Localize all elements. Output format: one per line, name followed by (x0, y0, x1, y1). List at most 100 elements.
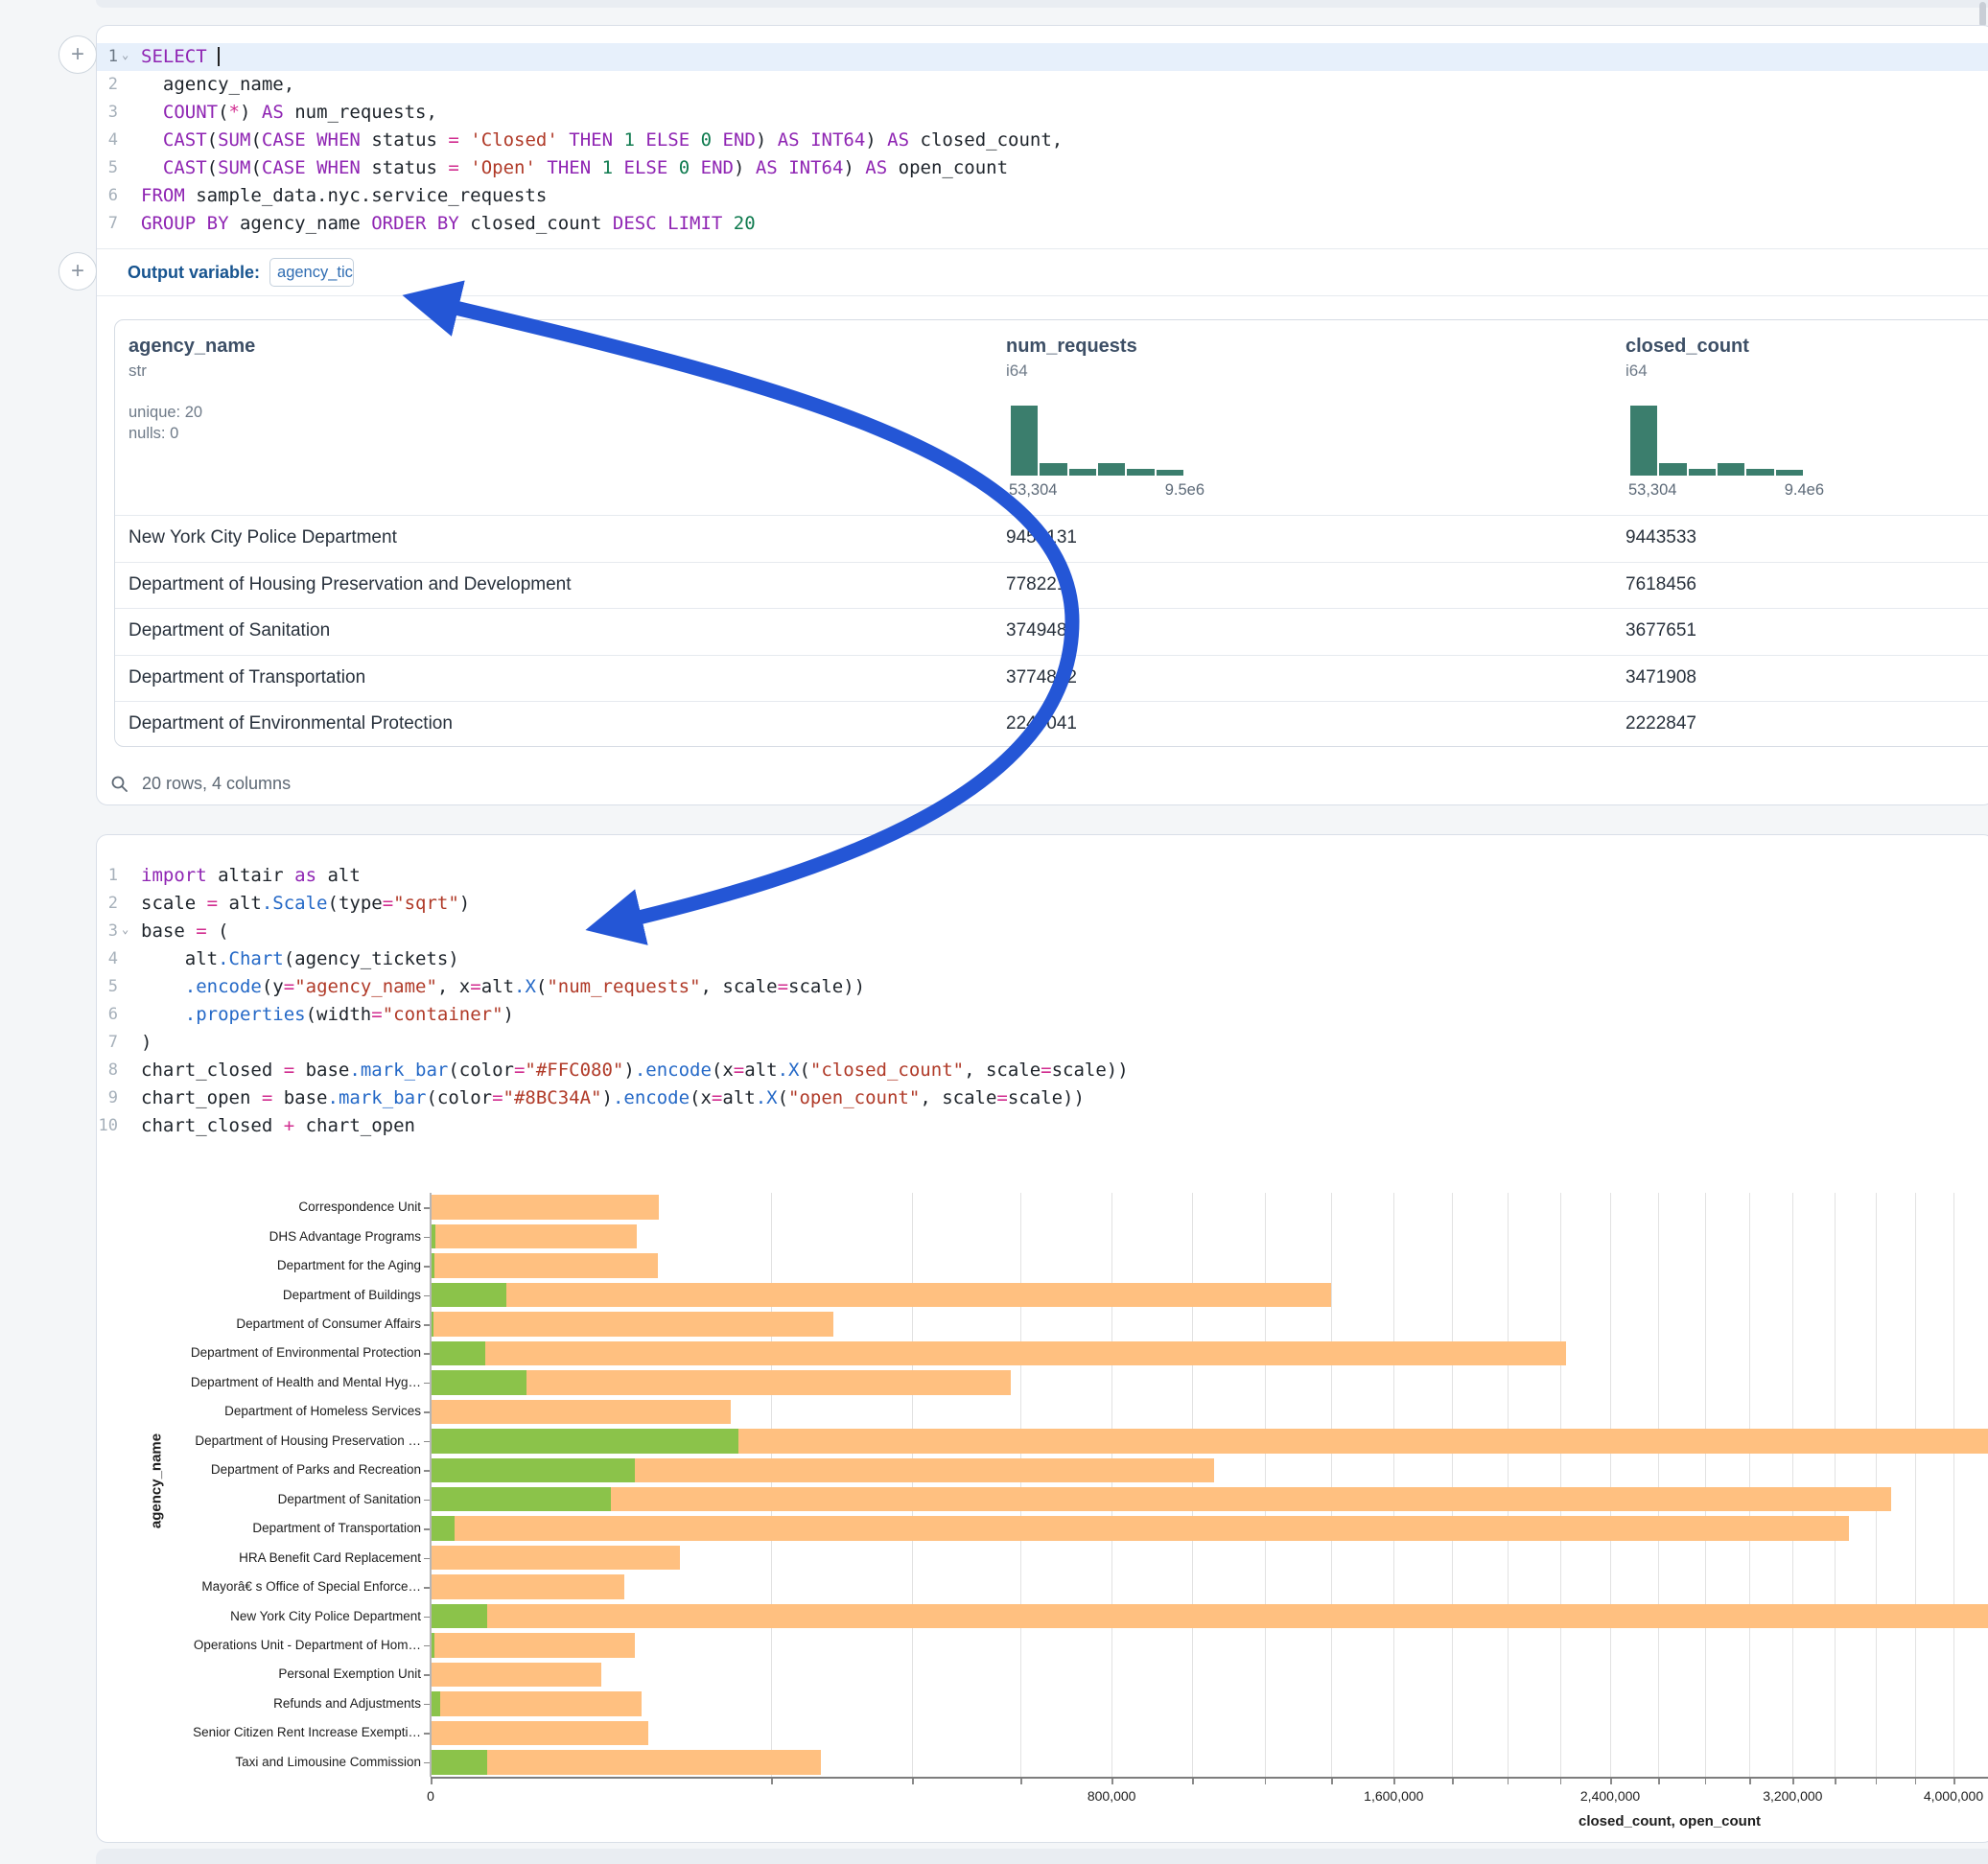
x-axis-tick (771, 1779, 773, 1784)
next-cell-edge (96, 1849, 1988, 1864)
output-variable-row: Output variable: agency_tickets (97, 248, 1988, 296)
code-line[interactable]: 3 COUNT(*) AS num_requests, (97, 99, 1988, 127)
line-number: 1 (97, 43, 118, 71)
histogram-bar (1746, 469, 1773, 476)
table-row[interactable]: Department of Transportation377489234719… (115, 655, 1988, 702)
bar-closed-count (431, 1312, 833, 1337)
y-axis-tick (424, 1645, 430, 1647)
gridline (1020, 1193, 1021, 1777)
output-variable-input[interactable]: agency_tickets (269, 258, 354, 287)
gridline (912, 1193, 913, 1777)
x-axis-tick (1705, 1779, 1707, 1784)
table-cell: 7618456 (1625, 574, 1696, 595)
line-number: 4 (97, 127, 118, 154)
histogram-range: 53,3049.5e6 (1009, 481, 1204, 500)
line-number: 7 (97, 210, 118, 238)
histogram-bar (1659, 463, 1686, 476)
column-type: i64 (1625, 361, 1749, 381)
gridline (1331, 1193, 1332, 1777)
code-line[interactable]: 7GROUP BY agency_name ORDER BY closed_co… (97, 210, 1988, 238)
x-axis-tick-label: 2,400,000 (1553, 1788, 1668, 1804)
table-cell: Department of Transportation (129, 667, 992, 688)
column-name: agency_name (129, 336, 255, 358)
x-axis-tick (431, 1779, 433, 1784)
x-axis-tick-label: 800,000 (1054, 1788, 1169, 1804)
table-row[interactable]: Department of Housing Preservation and D… (115, 562, 1988, 609)
y-axis-label: Department of Health and Mental Hyg… (105, 1375, 421, 1390)
y-axis-label: Senior Citizen Rent Increase Exempti… (105, 1725, 421, 1740)
code-line[interactable]: 5 CAST(SUM(CASE WHEN status = 'Open' THE… (97, 154, 1988, 182)
gridline (1705, 1193, 1706, 1777)
y-axis-tick (424, 1207, 430, 1209)
gridline (1915, 1193, 1916, 1777)
scrollbar-thumb[interactable] (1979, 2, 1986, 27)
y-axis-tick (424, 1266, 430, 1268)
bar-closed-count (431, 1663, 601, 1688)
gridline (1452, 1193, 1453, 1777)
y-axis-tick (424, 1704, 430, 1706)
code-line[interactable]: 6FROM sample_data.nyc.service_requests (97, 182, 1988, 210)
table-body: New York City Police Department945313194… (115, 515, 1988, 747)
table-cell: Department of Housing Preservation and D… (129, 574, 992, 595)
bar-open-count (431, 1224, 435, 1249)
x-axis-tick (1915, 1779, 1917, 1784)
bar-closed-count (431, 1195, 659, 1220)
bar-open-count (431, 1691, 440, 1716)
table-row[interactable]: Department of Sanitation37494853677651 (115, 608, 1988, 655)
histogram-bar (1040, 463, 1066, 476)
x-axis-tick-label: 0 (373, 1788, 488, 1804)
column-header-closed-count[interactable]: closed_count i64 (1625, 336, 1749, 381)
bar-open-count (431, 1370, 526, 1395)
code-line[interactable]: 1⌄SELECT (97, 43, 1988, 71)
histogram-range: 53,3049.4e6 (1628, 481, 1824, 500)
code-line[interactable]: 2 agency_name, (97, 71, 1988, 99)
bar-closed-count (431, 1574, 624, 1599)
table-row[interactable]: Department of Environmental Protection22… (115, 701, 1988, 747)
bar-closed-count (431, 1721, 648, 1746)
python-cell-card: 1import altair as alt2scale = alt.Scale(… (96, 834, 1988, 1843)
code-text: agency_name, (141, 71, 294, 99)
y-axis-label: Taxi and Limousine Commission (105, 1755, 421, 1770)
fold-chevron-icon[interactable]: ⌄ (122, 41, 129, 69)
x-axis-tick (1265, 1779, 1267, 1784)
x-axis-tick (1111, 1779, 1113, 1784)
histogram-bar (1011, 406, 1038, 476)
column-header-num-requests[interactable]: num_requests i64 (1006, 336, 1137, 381)
y-axis-label: Department of Homeless Services (105, 1404, 421, 1419)
bar-closed-count (431, 1691, 642, 1716)
sql-code-editor[interactable]: 1⌄SELECT 2 agency_name,3 COUNT(*) AS num… (97, 43, 1988, 238)
bar-open-count (431, 1516, 455, 1541)
y-axis-tick (424, 1558, 430, 1560)
table-cell: 3749485 (1006, 620, 1077, 641)
y-axis-label: Department of Housing Preservation … (105, 1433, 421, 1449)
text-cursor (218, 47, 220, 66)
column-header-agency-name[interactable]: agency_name str unique: 20 nulls: 0 (129, 336, 255, 444)
column-type: i64 (1006, 361, 1137, 381)
chart-plot-area (431, 1193, 1988, 1777)
code-line[interactable]: 4 CAST(SUM(CASE WHEN status = 'Closed' T… (97, 127, 1988, 154)
y-axis-label: Department for the Aging (105, 1258, 421, 1273)
search-icon[interactable] (110, 775, 129, 793)
x-axis-tick (1792, 1779, 1794, 1784)
y-axis-label: Operations Unit - Department of Hom… (105, 1638, 421, 1653)
y-axis-tick (424, 1295, 430, 1297)
table-row[interactable]: New York City Police Department945313194… (115, 515, 1988, 562)
histogram-closed-count (1630, 406, 1803, 476)
y-axis-label: DHS Advantage Programs (105, 1229, 421, 1245)
bar-closed-count (431, 1604, 1988, 1629)
previous-cell-edge (96, 0, 1988, 8)
column-stats: unique: 20 nulls: 0 (129, 402, 255, 444)
add-cell-button[interactable]: + (58, 252, 97, 291)
add-cell-button[interactable]: + (58, 35, 97, 74)
column-type: str (129, 361, 255, 381)
y-axis-tick (424, 1411, 430, 1413)
table-cell: 2240041 (1006, 713, 1077, 734)
y-axis-label: Department of Environmental Protection (105, 1345, 421, 1361)
x-axis-title: closed_count, open_count (1478, 1813, 1861, 1829)
bar-closed-count (431, 1516, 1849, 1541)
gridline (1192, 1193, 1193, 1777)
x-axis-tick (1020, 1779, 1022, 1784)
y-axis-label: New York City Police Department (105, 1609, 421, 1624)
x-axis-tick (1452, 1779, 1454, 1784)
table-cell: 3677651 (1625, 620, 1696, 641)
